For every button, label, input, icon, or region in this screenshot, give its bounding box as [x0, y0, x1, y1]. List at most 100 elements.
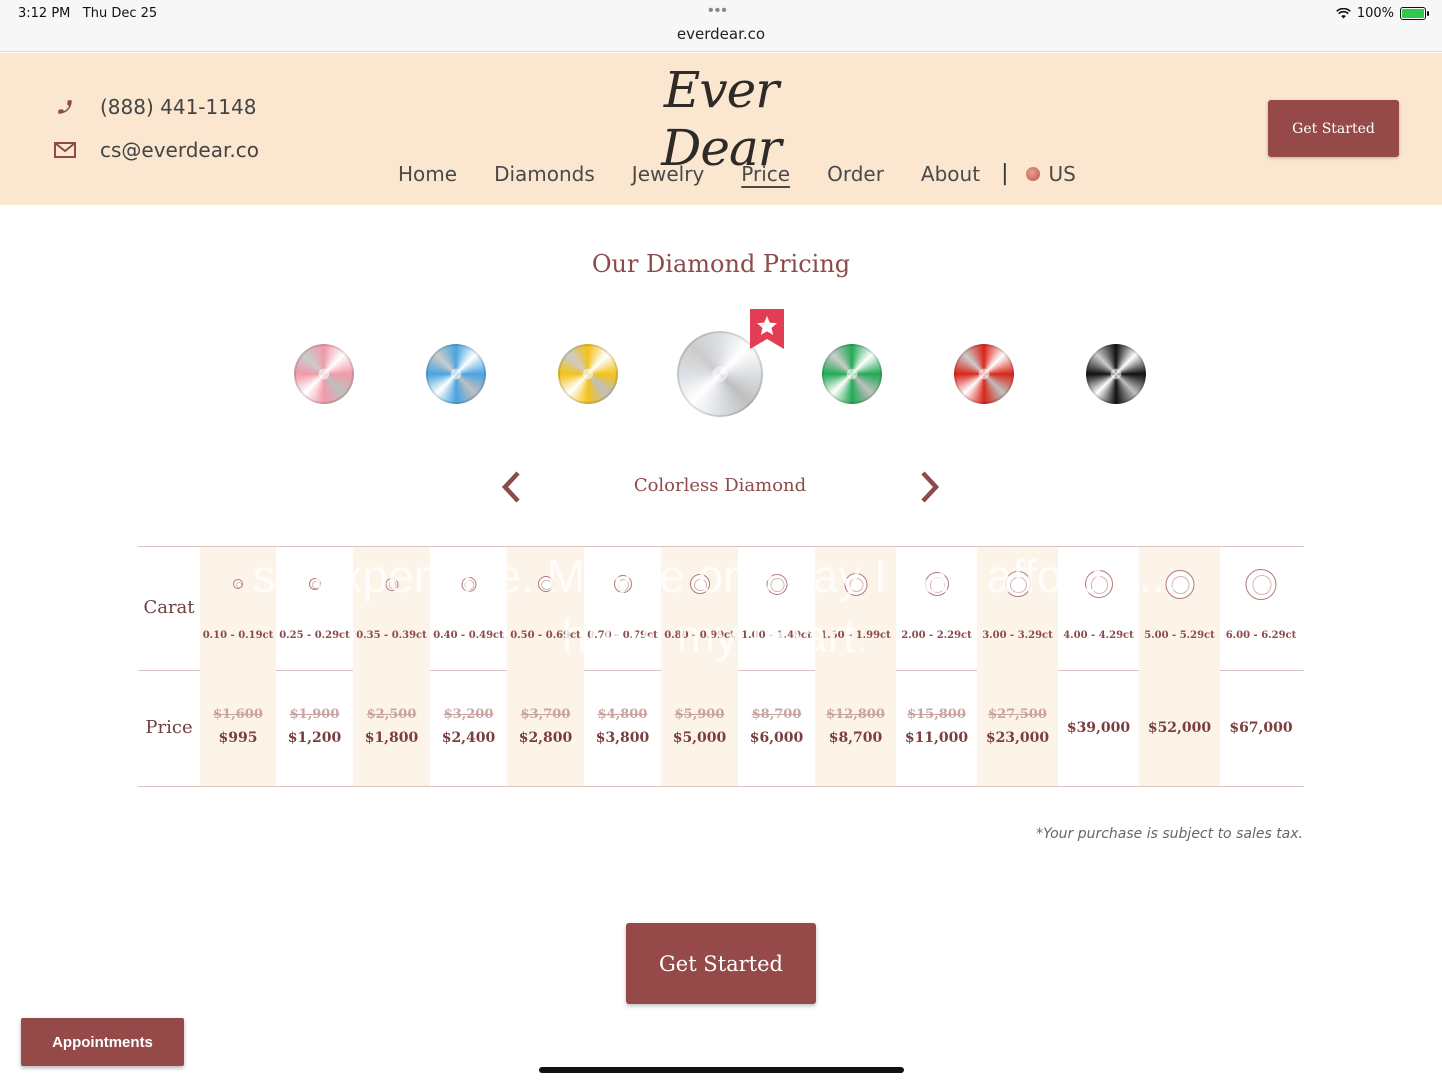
- phone-number: (888) 441-1148: [100, 95, 257, 119]
- contact-phone[interactable]: (888) 441-1148: [54, 95, 256, 119]
- more-dots-icon[interactable]: •••: [708, 2, 728, 20]
- price-column: 1.00 - 1.49ct $8,700 $6,000: [738, 547, 815, 786]
- diamond-size-icon: [233, 579, 243, 589]
- nav-divider: |: [1001, 161, 1009, 186]
- carat-range: 3.00 - 3.29ct: [982, 630, 1053, 641]
- black-diamond-option[interactable]: [1086, 344, 1146, 404]
- price-column: 0.25 - 0.29ct $1,900 $1,200: [276, 547, 353, 786]
- sale-price: $8,700: [828, 730, 883, 746]
- original-price: $27,500: [988, 707, 1047, 722]
- status-date-text: Thu Dec 25: [82, 6, 158, 21]
- featured-star-icon: [750, 309, 784, 349]
- price-column: 0.40 - 0.49ct $3,200 $2,400: [430, 547, 507, 786]
- region-label: US: [1048, 161, 1076, 186]
- sale-price: $67,000: [1229, 720, 1293, 736]
- price-column: 0.70 - 0.79ct $4,800 $3,800: [584, 547, 661, 786]
- home-indicator: [539, 1067, 904, 1073]
- contact-email[interactable]: cs@everdear.co: [54, 138, 259, 162]
- region-selector[interactable]: US: [1026, 161, 1076, 186]
- diamond-size-icon: [385, 577, 398, 591]
- prev-diamond-chevron-icon[interactable]: [498, 470, 524, 504]
- logo[interactable]: Ever Dear: [600, 61, 842, 177]
- price-column: 5.00 - 5.29ct $52,000: [1139, 547, 1220, 786]
- diamond-size-icon: [844, 572, 867, 596]
- carat-range: 0.50 - 0.69ct: [510, 630, 581, 641]
- main-nav: Home Diamonds Jewelry Price Order About …: [398, 161, 1076, 186]
- sale-price: $6,000: [749, 730, 804, 746]
- diamond-size-icon: [766, 573, 787, 595]
- sale-price: $39,000: [1066, 720, 1131, 736]
- diamond-size-icon: [1004, 571, 1031, 597]
- sale-price: $1,200: [287, 730, 342, 746]
- mail-icon: [54, 140, 76, 160]
- status-time: 3:12 PM Thu Dec 25: [18, 6, 157, 21]
- sale-price: $2,800: [518, 730, 573, 746]
- get-started-button[interactable]: Get Started: [626, 923, 816, 1004]
- red-diamond-option[interactable]: [954, 344, 1014, 404]
- status-bar: 3:12 PM Thu Dec 25 ••• everdear.co 100%: [0, 0, 1442, 52]
- site-header: (888) 441-1148 cs@everdear.co Ever Dear …: [0, 53, 1442, 205]
- nav-price[interactable]: Price: [741, 162, 790, 186]
- carat-range: 0.80 - 0.99ct: [664, 630, 735, 641]
- table-bottom-border: [138, 786, 1304, 787]
- carat-range: 0.70 - 0.79ct: [587, 630, 658, 641]
- sale-price: $1,800: [364, 730, 419, 746]
- carat-range: 1.00 - 1.49ct: [741, 630, 812, 641]
- sale-price: $11,000: [904, 730, 969, 746]
- next-diamond-chevron-icon[interactable]: [917, 470, 943, 504]
- phone-icon: [54, 97, 76, 117]
- appointments-button[interactable]: Appointments: [21, 1018, 184, 1066]
- sale-price: $3,800: [595, 730, 650, 746]
- carat-range: 0.10 - 0.19ct: [202, 630, 274, 641]
- nav-jewelry[interactable]: Jewelry: [632, 162, 704, 186]
- original-price: $3,700: [520, 707, 571, 722]
- original-price: $4,800: [597, 707, 648, 722]
- email-address: cs@everdear.co: [100, 138, 259, 162]
- green-diamond-option[interactable]: [822, 344, 882, 404]
- sale-price: $5,000: [672, 730, 727, 746]
- carat-range: 1.50 - 1.99ct: [820, 630, 891, 641]
- price-table: Carat Price 0.10 - 0.19ct $1,600 $995 0.25 …: [138, 546, 1304, 787]
- original-price: $12,800: [826, 707, 885, 722]
- carat-range: 2.00 - 2.29ct: [901, 630, 972, 641]
- price-column: 0.50 - 0.69ct $3,700 $2,800: [507, 547, 584, 786]
- sale-price: $23,000: [985, 730, 1050, 746]
- original-price: $15,800: [907, 707, 966, 722]
- sale-price: $2,400: [441, 730, 496, 746]
- diamond-size-icon: [1245, 568, 1277, 600]
- carat-range: 0.25 - 0.29ct: [279, 630, 350, 641]
- blue-diamond-option[interactable]: [426, 344, 486, 404]
- diamond-size-icon: [689, 574, 710, 594]
- price-column: 0.35 - 0.39ct $2,500 $1,800: [353, 547, 430, 786]
- header-get-started-button[interactable]: Get Started: [1268, 100, 1399, 157]
- nav-diamonds[interactable]: Diamonds: [494, 162, 595, 186]
- diamond-size-icon: [1165, 569, 1194, 599]
- diamond-size-icon: [308, 578, 321, 590]
- globe-icon: [1026, 166, 1041, 181]
- price-column: 0.10 - 0.19ct $1,600 $995: [200, 547, 276, 786]
- nav-order[interactable]: Order: [827, 162, 884, 186]
- carat-range: 5.00 - 5.29ct: [1144, 630, 1215, 641]
- address-bar-url[interactable]: everdear.co: [0, 25, 1442, 43]
- price-column: 1.50 - 1.99ct $12,800 $8,700: [815, 547, 896, 786]
- diamond-size-icon: [1084, 570, 1113, 598]
- original-price: $1,900: [289, 707, 340, 722]
- tax-note: *Your purchase is subject to sales tax.: [1036, 826, 1303, 842]
- price-row-label: Price: [145, 717, 193, 738]
- carat-range: 6.00 - 6.29ct: [1225, 630, 1297, 641]
- nav-home[interactable]: Home: [398, 162, 457, 186]
- selected-diamond-label: Colorless Diamond: [633, 475, 807, 496]
- pink-diamond-option[interactable]: [294, 344, 354, 404]
- carat-range: 4.00 - 4.29ct: [1063, 630, 1134, 641]
- price-column: 0.80 - 0.99ct $5,900 $5,000: [661, 547, 738, 786]
- sale-price: $995: [218, 730, 258, 746]
- nav-about[interactable]: About: [921, 162, 980, 186]
- original-price: $1,600: [213, 707, 263, 722]
- carat-range: 0.40 - 0.49ct: [433, 630, 504, 641]
- price-column: 2.00 - 2.29ct $15,800 $11,000: [896, 547, 977, 786]
- price-column: 3.00 - 3.29ct $27,500 $23,000: [977, 547, 1058, 786]
- diamond-size-icon: [537, 576, 554, 592]
- carat-row-label: Carat: [143, 597, 195, 618]
- carat-range: 0.35 - 0.39ct: [356, 630, 427, 641]
- yellow-diamond-option[interactable]: [558, 344, 618, 404]
